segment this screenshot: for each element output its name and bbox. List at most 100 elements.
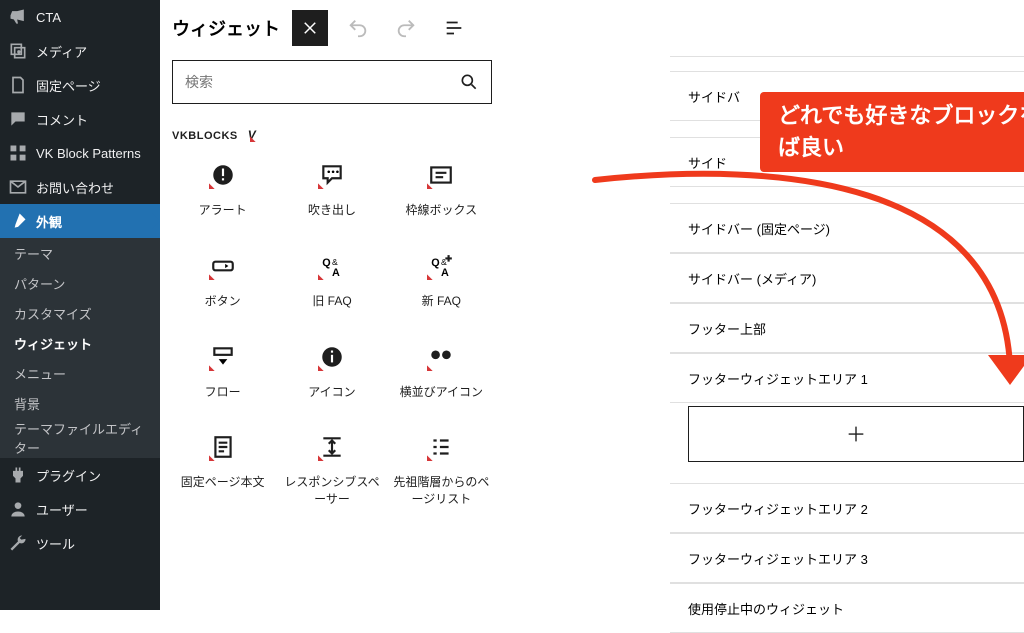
close-inserter-button[interactable] <box>292 10 328 46</box>
block-search[interactable] <box>172 60 492 104</box>
page-list-icon <box>428 434 454 460</box>
info-icon <box>319 344 345 370</box>
menu-item-appearance[interactable]: 外観 <box>0 204 160 238</box>
block-flow[interactable]: フロー <box>172 344 273 401</box>
svg-text:A: A <box>441 267 449 279</box>
brush-icon <box>8 211 28 231</box>
block-alert[interactable]: アラート <box>172 162 273 219</box>
faq-new-icon: QA& <box>428 253 454 279</box>
mail-icon <box>8 177 28 197</box>
widget-areas-list: サイドバ サイド サイドバー (固定ページ) サイドバー (メディア) フッター… <box>670 56 1024 610</box>
widget-editor: ウィジェット VKBLOCKS ア <box>160 0 1024 610</box>
widget-area[interactable]: サイド <box>670 137 1024 187</box>
widget-area-footer-3[interactable]: フッターウィジェットエリア 3 <box>670 533 1024 583</box>
widget-area-footer-2[interactable]: フッターウィジェットエリア 2 <box>670 483 1024 533</box>
user-icon <box>8 499 28 519</box>
menu-label: ユーザー <box>36 500 88 519</box>
block-label: 先祖階層からのページリスト <box>391 474 492 508</box>
icon-row-icon <box>428 344 454 370</box>
menu-label: VK Block Patterns <box>36 146 141 161</box>
menu-label: ツール <box>36 534 75 553</box>
media-icon <box>8 41 28 61</box>
block-label: 新 FAQ <box>422 293 461 310</box>
block-button[interactable]: ボタン <box>172 253 273 310</box>
submenu-background[interactable]: 背景 <box>0 388 160 418</box>
plugin-icon <box>8 465 28 485</box>
widget-area-inactive[interactable]: 使用停止中のウィジェット <box>670 583 1024 633</box>
undo-button[interactable] <box>340 10 376 46</box>
section-title: VKBLOCKS <box>172 130 238 142</box>
menu-label: 固定ページ <box>36 76 101 95</box>
menu-label: コメント <box>36 110 88 129</box>
alert-icon <box>210 162 236 188</box>
border-box-icon <box>428 162 454 188</box>
svg-text:&: & <box>332 257 338 267</box>
block-border-box[interactable]: 枠線ボックス <box>391 162 492 219</box>
menu-item-contact[interactable]: お問い合わせ <box>0 170 160 204</box>
widget-area[interactable]: サイドバ <box>670 71 1024 121</box>
block-label: 吹き出し <box>308 202 356 219</box>
editor-toolbar: ウィジェット <box>160 0 1024 56</box>
page-icon <box>8 75 28 95</box>
block-old-faq[interactable]: QA& 旧 FAQ <box>281 253 382 310</box>
block-ancestor-page-list[interactable]: 先祖階層からのページリスト <box>391 434 492 508</box>
block-label: 固定ページ本文 <box>181 474 265 491</box>
block-label: 旧 FAQ <box>312 293 351 310</box>
flow-icon <box>210 344 236 370</box>
search-input[interactable] <box>185 74 451 90</box>
submenu-appearance: テーマ パターン カスタマイズ ウィジェット メニュー 背景 テーマファイルエデ… <box>0 238 160 458</box>
submenu-widgets[interactable]: ウィジェット <box>0 328 160 358</box>
comment-icon <box>8 109 28 129</box>
widget-area-sidebar-pages[interactable]: サイドバー (固定ページ) <box>670 203 1024 253</box>
menu-item-plugins[interactable]: プラグイン <box>0 458 160 492</box>
menu-label: プラグイン <box>36 466 101 485</box>
menu-item-pages[interactable]: 固定ページ <box>0 68 160 102</box>
menu-item-comments[interactable]: コメント <box>0 102 160 136</box>
svg-text:Q: Q <box>322 257 330 269</box>
redo-button[interactable] <box>388 10 424 46</box>
block-page-content[interactable]: 固定ページ本文 <box>172 434 273 508</box>
grid-icon <box>8 143 28 163</box>
faq-icon: QA& <box>319 253 345 279</box>
wrench-icon <box>8 533 28 553</box>
vk-logo-icon <box>248 128 264 144</box>
block-grid: アラート 吹き出し 枠線ボックス ボタン <box>172 162 492 508</box>
block-responsive-spacer[interactable]: レスポンシブスペーサー <box>281 434 382 508</box>
page-content-icon <box>210 434 236 460</box>
block-label: アラート <box>199 202 247 219</box>
widget-area-footer-top[interactable]: フッター上部 <box>670 303 1024 353</box>
submenu-customize[interactable]: カスタマイズ <box>0 298 160 328</box>
button-icon <box>210 253 236 279</box>
widget-area-sidebar-media[interactable]: サイドバー (メディア) <box>670 253 1024 303</box>
add-block-button[interactable] <box>688 406 1024 462</box>
menu-label: メディア <box>36 42 87 61</box>
menu-item-cta[interactable]: CTA <box>0 0 160 34</box>
block-balloon[interactable]: 吹き出し <box>281 162 382 219</box>
menu-item-users[interactable]: ユーザー <box>0 492 160 526</box>
megaphone-icon <box>8 7 28 27</box>
widget-area-footer-1[interactable]: フッターウィジェットエリア 1 <box>670 353 1024 403</box>
block-new-faq[interactable]: QA& 新 FAQ <box>391 253 492 310</box>
submenu-menus[interactable]: メニュー <box>0 358 160 388</box>
block-label: ボタン <box>205 293 241 310</box>
menu-label: CTA <box>36 10 61 25</box>
block-label: 枠線ボックス <box>406 202 478 219</box>
block-label: アイコン <box>308 384 355 401</box>
menu-item-media[interactable]: メディア <box>0 34 160 68</box>
block-icon[interactable]: アイコン <box>281 344 382 401</box>
menu-item-vk-block-patterns[interactable]: VK Block Patterns <box>0 136 160 170</box>
block-label: フロー <box>205 384 241 401</box>
spacer-icon <box>319 434 345 460</box>
block-icon-row[interactable]: 横並びアイコン <box>391 344 492 401</box>
section-vkblocks: VKBLOCKS <box>172 128 492 144</box>
menu-label: お問い合わせ <box>36 178 114 197</box>
menu-item-tools[interactable]: ツール <box>0 526 160 560</box>
svg-text:Q: Q <box>432 257 440 269</box>
submenu-themes[interactable]: テーマ <box>0 238 160 268</box>
submenu-patterns[interactable]: パターン <box>0 268 160 298</box>
plus-icon <box>845 423 867 445</box>
page-title: ウィジェット <box>172 15 280 41</box>
submenu-theme-file-editor[interactable]: テーマファイルエディター <box>0 418 160 458</box>
block-inserter: VKBLOCKS アラート 吹き出し 枠線ボックス <box>172 60 492 508</box>
list-view-button[interactable] <box>436 10 472 46</box>
